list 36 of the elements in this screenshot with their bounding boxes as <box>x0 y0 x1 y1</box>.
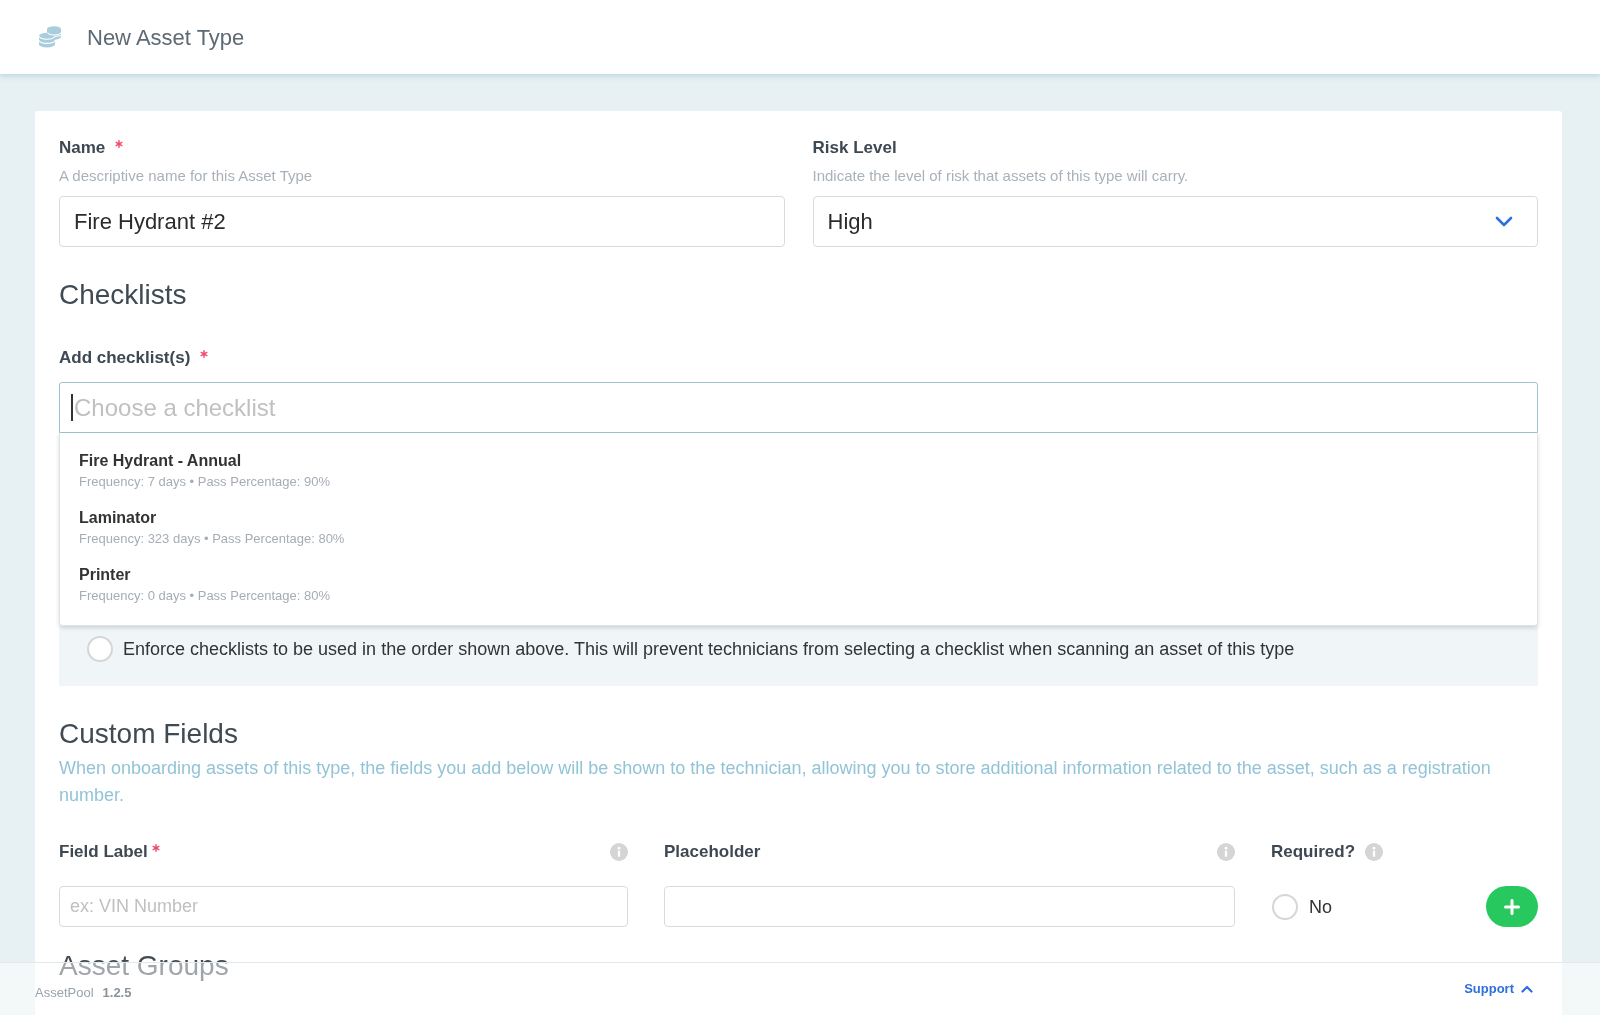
field-label: Required? <box>1271 842 1356 862</box>
checklist-option[interactable]: Fire Hydrant - Annual Frequency: 7 days • Pass Percentage: 90% <box>60 451 1537 508</box>
chevron-down-icon <box>1495 216 1513 227</box>
info-icon <box>1217 843 1235 861</box>
add-button[interactable] <box>1486 886 1538 927</box>
text-cursor <box>71 394 73 421</box>
option-label: No <box>1309 895 1332 919</box>
text-input[interactable]: ex: VIN Number <box>59 886 628 927</box>
chevron-up-icon <box>1521 985 1533 993</box>
checklist-option[interactable]: Printer Frequency: 0 days • Pass Percentage: 80% <box>60 565 1537 605</box>
field-label: Placeholder <box>664 842 761 862</box>
info-icon <box>610 843 628 861</box>
risk-level-select[interactable]: High <box>812 196 1538 247</box>
coin-stack-icon <box>38 26 62 48</box>
field-label: Name <box>59 138 106 158</box>
checklist-search-input[interactable]: Choose a checklist <box>59 382 1538 433</box>
page-title: New Asset Type <box>87 23 245 52</box>
field-description: Indicate the level of risk that assets of this type will carry. <box>812 166 1190 186</box>
info-icon <box>1365 843 1384 861</box>
name-input[interactable]: Fire Hydrant #2 <box>59 196 785 247</box>
field-description: A descriptive name for this Asset Type <box>59 166 314 186</box>
section-heading: Custom Fields <box>59 717 238 751</box>
section-description: When onboarding assets of this type, the fields you add below will be shown to the technician, allowing you to store additional information related to the asset, such as a registration number. <box>59 757 1492 807</box>
section-heading: Checklists <box>59 278 187 312</box>
field-label: Risk Level <box>812 138 897 158</box>
text-input[interactable] <box>664 886 1235 927</box>
radio-button[interactable] <box>87 636 113 662</box>
support-link[interactable]: Support <box>1464 979 1533 999</box>
version-number: 1.2.5 <box>102 984 132 1000</box>
field-label: Add checklist(s) <box>59 348 191 368</box>
option-label: Enforce checklists to be used in the order shown above. This will prevent technicians from selecting a checklist when scanning an asset of this type <box>123 638 1295 661</box>
checklist-option[interactable]: Laminator Frequency: 323 days • Pass Percentage: 80% <box>60 508 1537 565</box>
app-name: AssetPool <box>35 984 94 1000</box>
field-label: Field Label <box>59 842 148 862</box>
radio-button[interactable] <box>1272 893 1298 920</box>
plus-icon <box>1504 898 1520 915</box>
